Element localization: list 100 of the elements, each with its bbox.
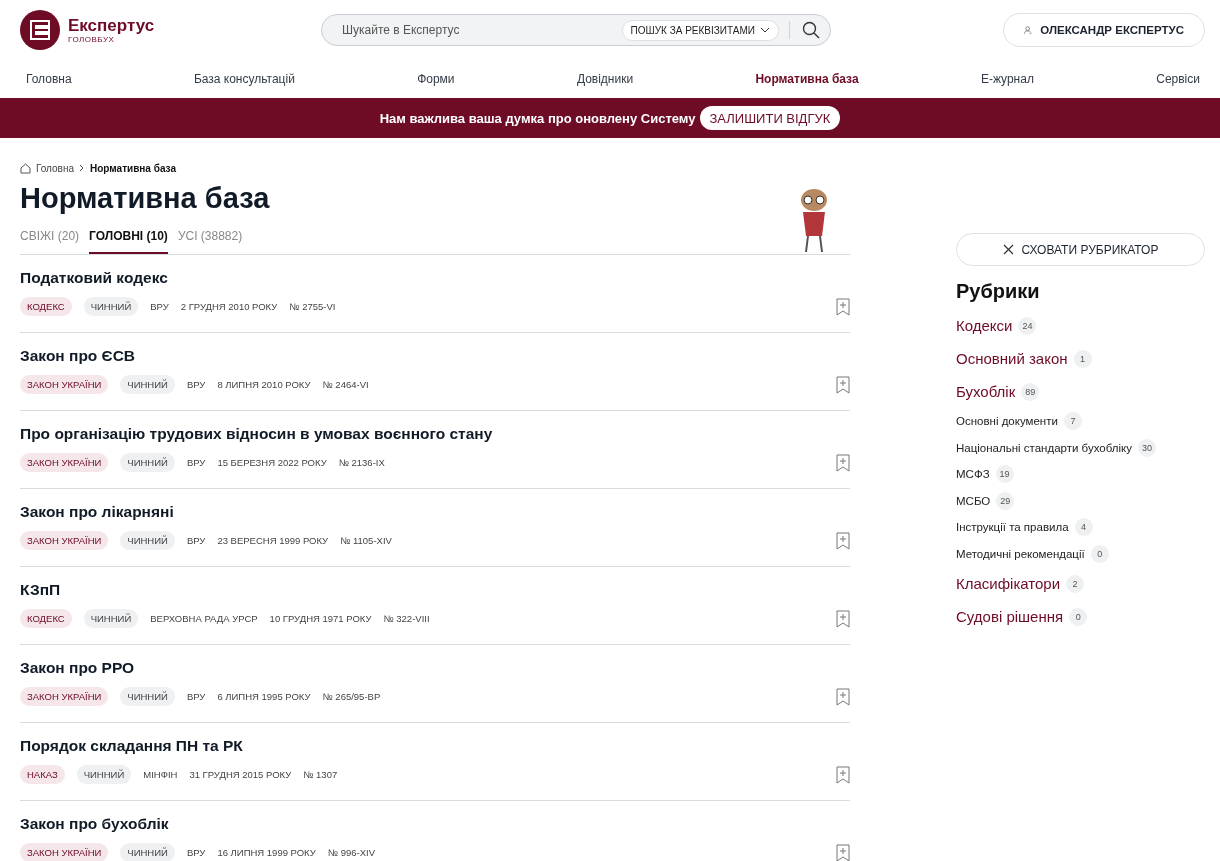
rubric-link[interactable]: Кодекси: [956, 317, 1013, 334]
status-tag: ЧИННИЙ: [76, 765, 132, 784]
logo-name: Експертус: [68, 16, 155, 35]
logo-subtitle: ГОЛОВБУХ: [68, 34, 116, 44]
subrubric-link[interactable]: Основні документи: [956, 415, 1058, 428]
bookmark-add-icon[interactable]: [836, 765, 850, 784]
count-badge: 0: [1090, 544, 1109, 563]
status-tag: ЧИННИЙ: [83, 609, 139, 628]
count-badge: 1: [1073, 349, 1092, 368]
count-badge: 89: [1021, 382, 1040, 401]
document-type-tag: ЗАКОН УКРАЇНИ: [20, 375, 109, 394]
chevron-icon: [79, 164, 85, 172]
date-text: 23 ВЕРЕСНЯ 1999 РОКУ: [217, 535, 329, 546]
date-text: 16 ЛИПНЯ 1999 РОКУ: [217, 847, 316, 858]
user-button[interactable]: ОЛЕКСАНДР ЕКСПЕРТУС: [1003, 13, 1205, 47]
bookmark-add-icon[interactable]: [836, 687, 850, 706]
document-type-tag: ЗАКОН УКРАЇНИ: [20, 687, 109, 706]
document-type-tag: КОДЕКС: [20, 297, 72, 316]
rubrics-heading: Рубрики: [956, 280, 1041, 303]
rubric-link[interactable]: Класифікатори: [956, 575, 1061, 592]
rubric-link[interactable]: Основний закон: [956, 350, 1068, 367]
document-title-link[interactable]: Закон про лікарняні: [20, 503, 850, 521]
issuer-text: ВРУ: [186, 535, 206, 546]
document-title-link[interactable]: Податковий кодекс: [20, 269, 850, 287]
nav-link[interactable]: Довідники: [576, 72, 634, 86]
status-tag: ЧИННИЙ: [120, 531, 175, 550]
document-number: № 2136-IX: [338, 457, 385, 468]
subrubric-link[interactable]: МСФЗ: [956, 468, 990, 481]
status-tag: ЧИННИЙ: [120, 453, 175, 472]
document-title-link[interactable]: Про організацію трудових відносин в умовах воєнного стану: [20, 425, 850, 443]
nav-link[interactable]: Головна: [26, 72, 72, 86]
status-tag: ЧИННИЙ: [120, 375, 175, 394]
search-icon[interactable]: [800, 19, 822, 41]
rubric-link[interactable]: Судові рішення: [956, 608, 1064, 625]
banner-text: Нам важлива ваша думка про оновлену Систему: [379, 110, 696, 126]
nav-link[interactable]: Е-журнал: [980, 72, 1034, 86]
rubric-link[interactable]: Бухоблік: [956, 383, 1016, 400]
issuer-text: ВРУ: [186, 691, 206, 702]
bookmark-add-icon[interactable]: [836, 531, 850, 550]
document-number: № 2755-VI: [289, 301, 336, 312]
document-number: № 996-XIV: [327, 847, 375, 858]
document-number: № 2464-VI: [322, 379, 369, 390]
bookmark-add-icon[interactable]: [836, 609, 850, 628]
status-tag: ЧИННИЙ: [83, 297, 139, 316]
count-badge: 19: [995, 465, 1014, 484]
issuer-text: ВРУ: [150, 301, 169, 312]
document-number: № 1105-XIV: [340, 535, 392, 546]
bookmark-add-icon[interactable]: [836, 843, 850, 861]
issuer-text: ВРУ: [186, 379, 206, 390]
date-text: 2 ГРУДНЯ 2010 РОКУ: [180, 301, 278, 312]
nav-link[interactable]: База консультацій: [193, 72, 295, 86]
document-title-link[interactable]: Закон про РРО: [20, 659, 850, 677]
document-number: № 1307: [303, 769, 338, 780]
date-text: 10 ГРУДНЯ 1971 РОКУ: [269, 613, 372, 624]
date-text: 15 БЕРЕЗНЯ 2022 РОКУ: [217, 457, 327, 468]
subrubric-link[interactable]: Методичні рекомендації: [956, 547, 1085, 560]
document-type-tag: ЗАКОН УКРАЇНИ: [20, 531, 109, 550]
filter-tab[interactable]: ГОЛОВНІ (10): [89, 225, 168, 254]
document-type-tag: КОДЕКС: [20, 609, 72, 628]
bookmark-add-icon[interactable]: [836, 453, 850, 472]
filter-tab[interactable]: УСІ (38882): [177, 225, 243, 254]
nav-link[interactable]: Форми: [417, 72, 455, 86]
count-badge: 29: [996, 491, 1015, 510]
count-badge: 0: [1069, 607, 1088, 626]
document-type-tag: ЗАКОН УКРАЇНИ: [20, 453, 109, 472]
status-tag: ЧИННИЙ: [120, 843, 175, 861]
home-icon[interactable]: [20, 162, 31, 174]
document-number: № 322-VIII: [383, 613, 430, 624]
document-type-tag: ЗАКОН УКРАЇНИ: [20, 843, 109, 861]
nav-link[interactable]: Сервіси: [1156, 72, 1200, 86]
date-text: 31 ГРУДНЯ 2015 РОКУ: [189, 769, 292, 780]
document-title-link[interactable]: КЗпП: [20, 581, 850, 599]
search-mode-button[interactable]: ПОШУК ЗА РЕКВІЗИТАМИ: [621, 19, 779, 41]
count-badge: 30: [1137, 438, 1156, 457]
issuer-text: ВРУ: [186, 847, 206, 858]
date-text: 6 ЛИПНЯ 1995 РОКУ: [217, 691, 311, 702]
document-title-link[interactable]: Порядок складання ПН та РК: [20, 737, 850, 755]
status-tag: ЧИННИЙ: [120, 687, 175, 706]
document-title-link[interactable]: Закон про ЄСВ: [20, 347, 850, 365]
bookmark-add-icon[interactable]: [836, 375, 850, 394]
filter-tab[interactable]: СВІЖІ (20): [20, 225, 80, 254]
document-number: № 265/95-ВР: [322, 691, 381, 702]
breadcrumb-link[interactable]: Нормативна база: [90, 162, 176, 174]
date-text: 8 ЛИПНЯ 2010 РОКУ: [217, 379, 311, 390]
hide-rubricator-button[interactable]: СХОВАТИ РУБРИКАТОР: [956, 233, 1205, 266]
logo-icon: [20, 10, 60, 50]
feedback-button[interactable]: ЗАЛИШИТИ ВІДГУК: [699, 106, 841, 130]
issuer-text: ВЕРХОВНА РАДА УРСР: [150, 613, 258, 624]
count-badge: 24: [1018, 316, 1037, 335]
document-title-link[interactable]: Закон про бухоблік: [20, 815, 850, 833]
caret-icon: [760, 27, 770, 33]
bookmark-add-icon[interactable]: [836, 297, 850, 316]
search-field[interactable]: Шукайте в Експертус ПОШУК ЗА РЕКВІЗИТАМИ: [321, 14, 831, 46]
subrubric-link[interactable]: Національні стандарти бухобліку: [956, 441, 1132, 454]
issuer-text: ВРУ: [186, 457, 206, 468]
breadcrumb-link[interactable]: Головна: [36, 162, 74, 174]
count-badge: 2: [1066, 574, 1085, 593]
subrubric-link[interactable]: Інструкції та правила: [956, 521, 1069, 534]
subrubric-link[interactable]: МСБО: [956, 494, 991, 507]
nav-link[interactable]: Нормативна база: [755, 72, 859, 86]
